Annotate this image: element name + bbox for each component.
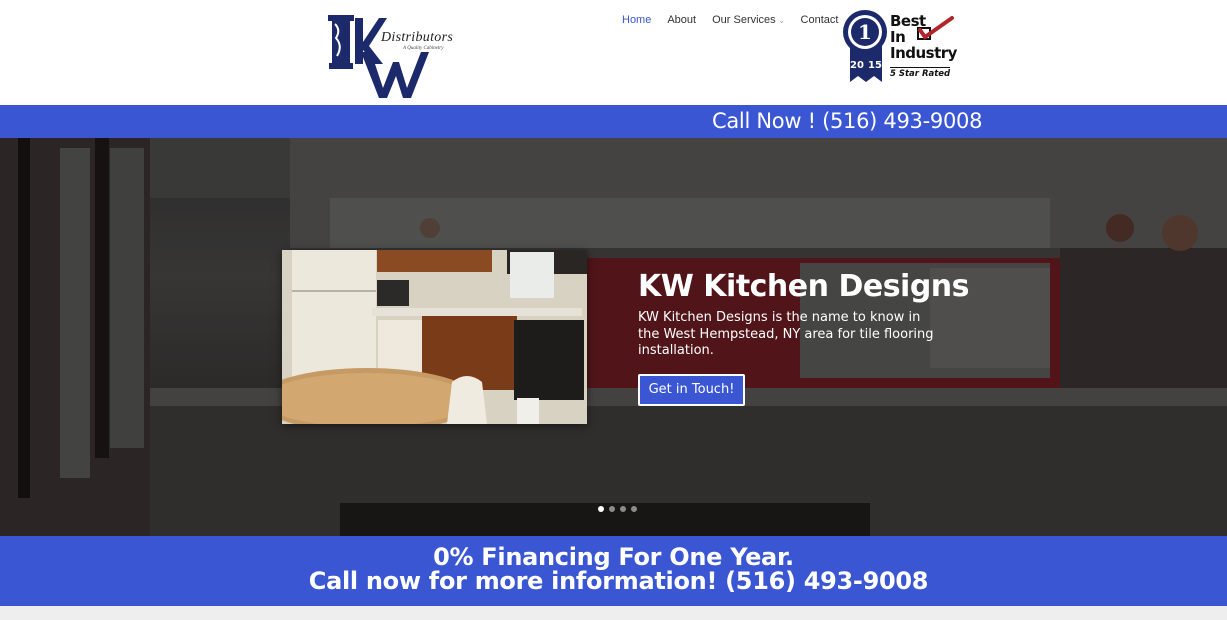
badge-rating: 5 Star Rated	[890, 67, 951, 79]
call-now-text[interactable]: Call Now ! (516) 493-9008	[712, 109, 982, 133]
call-now-bar: Call Now ! (516) 493-9008	[0, 105, 1227, 138]
check-mark-icon	[917, 16, 954, 40]
badge-year-left: 20	[850, 60, 864, 71]
badge-year-right: 15	[868, 60, 882, 71]
chevron-down-icon: ⌄	[778, 18, 785, 25]
kitchen-photo-illustration	[282, 250, 587, 424]
badge-line-industry: Industry	[890, 44, 957, 62]
nav-contact[interactable]: Contact	[793, 14, 847, 26]
site-header: Distributors A Quality Cabinetry Home Ab…	[0, 0, 1227, 105]
kitchen-photo	[282, 250, 587, 424]
slider-dot-1[interactable]	[598, 506, 604, 512]
financing-banner: 0% Financing For One Year. Call now for …	[0, 536, 1227, 606]
hero-dim-overlay	[0, 138, 1227, 536]
badge-line-in: In	[890, 28, 906, 46]
logo-tagline: A Quality Cabinetry	[403, 46, 444, 51]
slider-dot-4[interactable]	[631, 506, 637, 512]
best-in-industry-badge: 1 20 15 Best In Industry 5 Star Rated	[842, 8, 962, 86]
financing-call-text[interactable]: Call now for more information! (516) 493…	[0, 569, 1227, 593]
logo-mark	[328, 15, 429, 98]
nav-our-services[interactable]: Our Services ⌄	[704, 14, 792, 26]
nav-our-services-label: Our Services	[712, 14, 776, 26]
financing-headline: 0% Financing For One Year.	[433, 543, 794, 571]
badge-rank: 1	[858, 20, 872, 44]
section-divider	[0, 606, 1227, 620]
get-in-touch-button[interactable]: Get in Touch!	[638, 374, 745, 406]
hero-slider: KW Kitchen Designs KW Kitchen Designs is…	[0, 138, 1227, 536]
site-logo[interactable]: Distributors A Quality Cabinetry	[325, 12, 463, 100]
main-nav: Home About Our Services ⌄ Contact	[614, 14, 846, 26]
slide-title: KW Kitchen Designs	[638, 269, 970, 304]
slide-description: KW Kitchen Designs is the name to know i…	[638, 310, 934, 358]
slider-dot-3[interactable]	[620, 506, 626, 512]
slider-dot-2[interactable]	[609, 506, 615, 512]
nav-about[interactable]: About	[659, 14, 704, 26]
slider-pagination	[598, 506, 637, 512]
logo-name: Distributors	[381, 30, 454, 45]
nav-home[interactable]: Home	[614, 14, 659, 26]
